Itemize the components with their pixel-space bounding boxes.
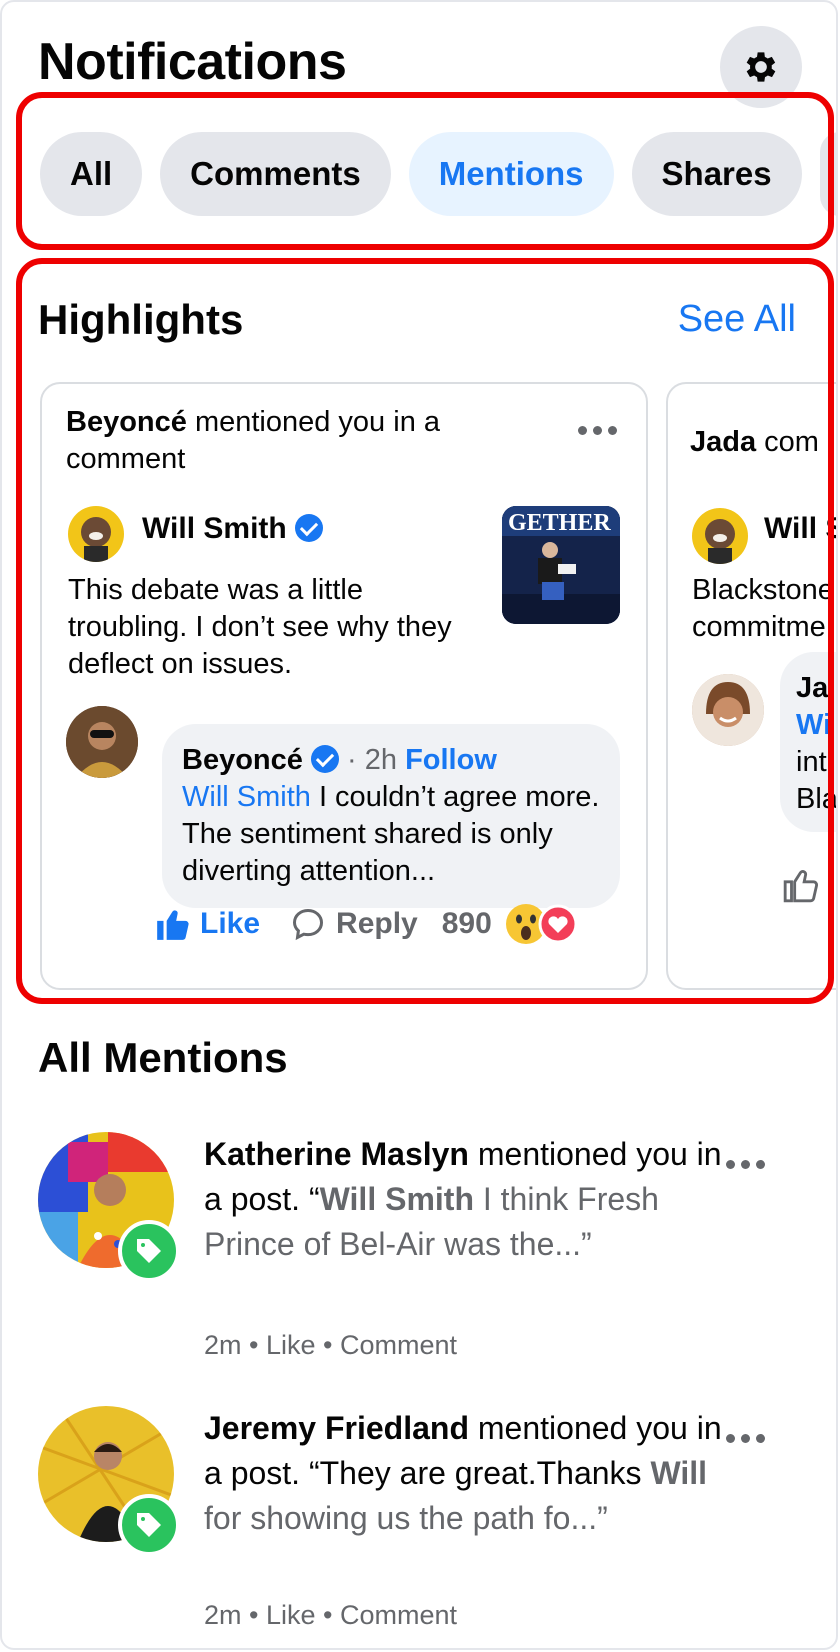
mention-author[interactable]: Jeremy Friedland bbox=[204, 1410, 469, 1446]
tag-badge bbox=[118, 1220, 180, 1282]
notifications-screen: Notifications All Comments Mentions Shar… bbox=[0, 0, 838, 1650]
gear-icon bbox=[746, 52, 776, 82]
tag-icon bbox=[137, 1239, 161, 1263]
more-options-icon[interactable] bbox=[726, 1160, 765, 1169]
tabs-annotation-box bbox=[16, 92, 834, 250]
tag-badge bbox=[118, 1494, 180, 1556]
mention-meta: 2m • Like • Comment bbox=[204, 1330, 457, 1360]
more-options-icon[interactable] bbox=[726, 1434, 765, 1443]
mention-meta: 2m • Like • Comment bbox=[204, 1600, 457, 1630]
page-title: Notifications bbox=[38, 33, 347, 91]
list-item[interactable]: Jeremy Friedland mentioned you in a post… bbox=[38, 1406, 818, 1646]
mention-author[interactable]: Katherine Maslyn bbox=[204, 1136, 469, 1172]
mention-text: Jeremy Friedland mentioned you in a post… bbox=[204, 1410, 722, 1536]
all-mentions-title: All Mentions bbox=[38, 1034, 288, 1081]
mention-text: Katherine Maslyn mentioned you in a post… bbox=[204, 1136, 722, 1262]
tag-icon bbox=[137, 1513, 161, 1537]
list-item[interactable]: Katherine Maslyn mentioned you in a post… bbox=[38, 1132, 818, 1372]
highlights-annotation-box bbox=[16, 258, 834, 1004]
